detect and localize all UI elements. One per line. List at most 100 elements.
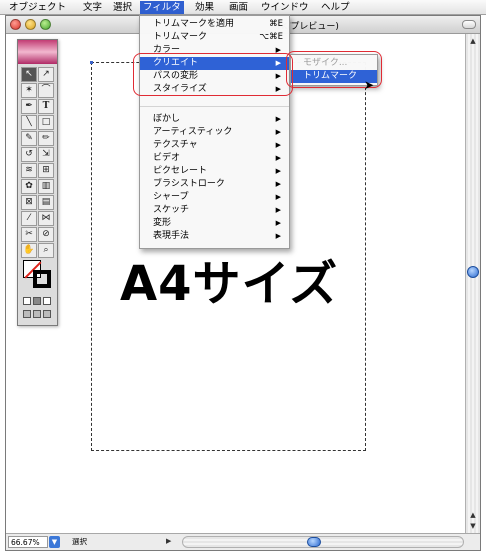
filter-menu: トリムマークを適用 ⌘E トリムマーク ⌥⌘E カラー ▶ クリエイト ▶ パス…	[139, 15, 290, 249]
selection-tool-icon[interactable]: ↖	[21, 67, 37, 82]
menu-select[interactable]: 選択	[110, 1, 135, 14]
zoom-tool-icon[interactable]: ⌕	[38, 243, 54, 258]
zoom-level-field[interactable]: 66.67%	[8, 536, 48, 548]
pencil-tool-icon[interactable]: ✏	[38, 131, 54, 146]
menu-item-label: 表現手法	[153, 231, 190, 241]
vertical-scrollbar[interactable]: ▲ ▲ ▼	[465, 34, 480, 534]
gradient-tool-icon[interactable]: ▤	[38, 195, 54, 210]
stroke-swatch[interactable]	[33, 270, 51, 288]
submenu-arrow-icon: ▶	[275, 193, 281, 201]
scroll-down-arrow-icon[interactable]: ▼	[467, 521, 479, 531]
menu-item-texture[interactable]: テクスチャ ▶	[140, 139, 289, 152]
symbol-sprayer-tool-icon[interactable]: ✿	[21, 179, 37, 194]
magic-wand-tool-icon[interactable]: ✶	[21, 83, 37, 98]
submenu-arrow-icon: ▶	[275, 219, 281, 227]
mouse-cursor-icon: ➤	[364, 78, 375, 92]
shortcut-label: ⌥⌘E	[259, 32, 283, 42]
horizontal-scroll-thumb[interactable]	[307, 537, 321, 547]
menu-view[interactable]: 画面	[226, 1, 251, 14]
gradient-mode-button[interactable]	[33, 297, 41, 305]
toolbar-toggle-button[interactable]	[462, 20, 476, 29]
tool-palette: ↖ ↗ ✶ ⌒ ✒ T ╲ □ ✎ ✏ ↺ ⇲ ≋ ⊞ ✿ ▥ ⊠ ▤ ⁄ ⋈ …	[17, 39, 58, 326]
highlight-callout-menu	[133, 53, 293, 96]
eyedropper-tool-icon[interactable]: ⁄	[21, 211, 37, 226]
screen-mode-full-button[interactable]	[43, 310, 51, 318]
menu-item-blur[interactable]: ぼかし ▶	[140, 113, 289, 126]
mesh-tool-icon[interactable]: ⊠	[21, 195, 37, 210]
close-button[interactable]	[10, 19, 21, 30]
type-tool-icon[interactable]: T	[38, 99, 54, 114]
menu-item-sharpen[interactable]: シャープ ▶	[140, 191, 289, 204]
free-transform-tool-icon[interactable]: ⊞	[38, 163, 54, 178]
menu-item-sketch[interactable]: スケッチ ▶	[140, 204, 289, 217]
menu-item-distort-2[interactable]: 変形 ▶	[140, 217, 289, 230]
menu-item-label: テクスチャ	[153, 140, 198, 150]
menu-filter[interactable]: フィルタ	[140, 1, 184, 14]
zoom-dropdown-icon[interactable]: ▼	[49, 536, 60, 548]
submenu-arrow-icon: ▶	[275, 167, 281, 175]
menu-item-stylize-2[interactable]: 表現手法 ▶	[140, 230, 289, 243]
menu-item-label: ブラシストローク	[153, 179, 225, 189]
pen-tool-icon[interactable]: ✒	[21, 99, 37, 114]
fill-stroke-selector[interactable]	[23, 260, 53, 290]
submenu-arrow-icon: ▶	[275, 154, 281, 162]
submenu-arrow-icon: ▶	[275, 180, 281, 188]
rectangle-tool-icon[interactable]: □	[38, 115, 54, 130]
shortcut-label: ⌘E	[269, 19, 283, 29]
menu-item-video[interactable]: ビデオ ▶	[140, 152, 289, 165]
minimize-button[interactable]	[25, 19, 36, 30]
submenu-arrow-icon: ▶	[275, 141, 281, 149]
menu-item-label: スケッチ	[153, 205, 190, 215]
scale-tool-icon[interactable]: ⇲	[38, 147, 54, 162]
menu-item-label: アーティスティック	[153, 127, 233, 137]
menu-item-apply-trim-marks[interactable]: トリムマークを適用 ⌘E	[140, 18, 289, 31]
zoom-button[interactable]	[40, 19, 51, 30]
vertical-scroll-thumb[interactable]	[467, 266, 479, 278]
scroll-up-arrow-icon[interactable]: ▲	[467, 510, 479, 520]
palette-logo	[18, 40, 57, 64]
line-tool-icon[interactable]: ╲	[21, 115, 37, 130]
status-bar: 66.67% ▼ 選択 ▶	[6, 533, 480, 550]
menu-object[interactable]: オブジェクト	[6, 1, 69, 14]
warp-tool-icon[interactable]: ≋	[21, 163, 37, 178]
menu-item-pixelate[interactable]: ピクセレート ▶	[140, 165, 289, 178]
graph-tool-icon[interactable]: ▥	[38, 179, 54, 194]
menu-item-label: ぼかし	[153, 114, 181, 124]
submenu-arrow-icon: ▶	[275, 232, 281, 240]
menu-separator	[140, 106, 289, 107]
rotate-tool-icon[interactable]: ↺	[21, 147, 37, 162]
screen-mode-standard-button[interactable]	[23, 310, 31, 318]
menu-item-brush-strokes[interactable]: ブラシストローク ▶	[140, 178, 289, 191]
menu-item-label: トリムマーク	[153, 32, 208, 42]
menu-bar: オブジェクト 文字 選択 フィルタ 効果 画面 ウインドウ ヘルプ	[0, 0, 486, 15]
menu-effect[interactable]: 効果	[192, 1, 217, 14]
status-menu-arrow-icon[interactable]: ▶	[166, 537, 171, 545]
menu-help[interactable]: ヘルプ	[318, 1, 353, 14]
paintbrush-tool-icon[interactable]: ✎	[21, 131, 37, 146]
menu-item-trim-marks[interactable]: トリムマーク ⌥⌘E	[140, 31, 289, 44]
screen-mode-menu-button[interactable]	[33, 310, 41, 318]
menu-window[interactable]: ウインドウ	[258, 1, 312, 14]
menu-type[interactable]: 文字	[80, 1, 105, 14]
knife-tool-icon[interactable]: ⊘	[38, 227, 54, 242]
submenu-arrow-icon: ▶	[275, 206, 281, 214]
color-mode-button[interactable]	[23, 297, 31, 305]
direct-select-tool-icon[interactable]: ↗	[38, 67, 54, 82]
submenu-arrow-icon: ▶	[275, 128, 281, 136]
menu-item-label: 変形	[153, 218, 172, 228]
menu-item-artistic[interactable]: アーティスティック ▶	[140, 126, 289, 139]
menu-item-label: トリムマークを適用	[153, 19, 235, 29]
horizontal-scrollbar[interactable]	[182, 536, 464, 548]
status-text[interactable]: 選択	[72, 536, 162, 548]
submenu-arrow-icon: ▶	[275, 115, 281, 123]
anchor-point[interactable]	[90, 61, 93, 64]
scissors-tool-icon[interactable]: ✂	[21, 227, 37, 242]
hand-tool-icon[interactable]: ✋	[21, 243, 37, 258]
canvas-text-a4[interactable]: A4サイズ	[120, 244, 338, 314]
lasso-tool-icon[interactable]: ⌒	[38, 83, 54, 98]
scroll-up-arrow-icon[interactable]: ▲	[467, 36, 479, 46]
none-mode-button[interactable]	[43, 297, 51, 305]
menu-item-label: ピクセレート	[153, 166, 208, 176]
blend-tool-icon[interactable]: ⋈	[38, 211, 54, 226]
menu-item-label: シャープ	[153, 192, 189, 202]
